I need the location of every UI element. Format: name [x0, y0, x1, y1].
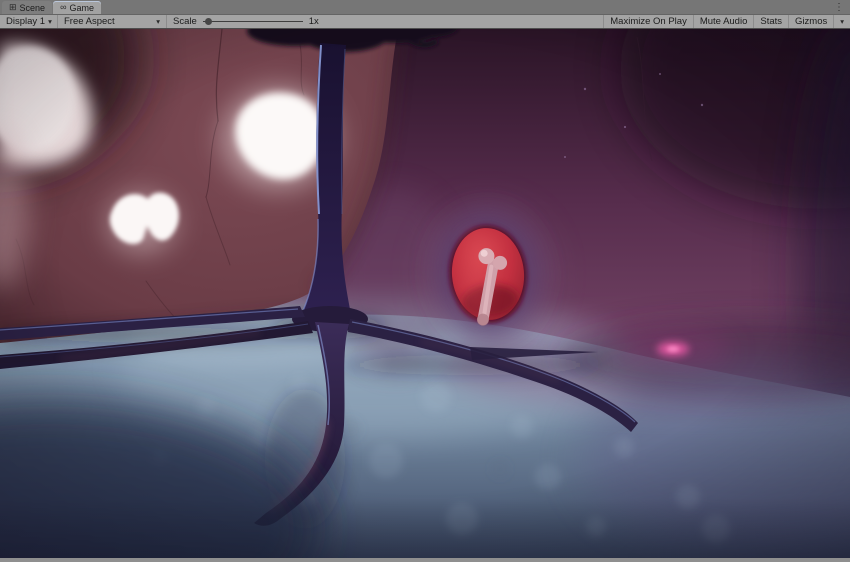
vignette — [0, 29, 850, 558]
tab-scene[interactable]: ⊞ Scene — [2, 1, 53, 14]
scale-value: 1x — [308, 16, 319, 27]
game-view-toolbar: Display 1 ▾ Free Aspect ▾ Scale 1x Maxim… — [0, 15, 850, 29]
grid-icon: ⊞ — [9, 2, 17, 12]
stats-button[interactable]: Stats — [754, 15, 788, 28]
gizmos-dropdown-arrow-icon[interactable]: ▾ — [834, 15, 850, 28]
tab-scene-label: Scene — [19, 2, 46, 13]
unity-game-window: ⊞ Scene ∞ Game ⋮ Display 1 ▾ Free Aspect… — [0, 0, 850, 565]
gizmos-button[interactable]: Gizmos — [789, 15, 833, 28]
chevron-down-icon: ▾ — [48, 16, 52, 26]
aspect-ratio-dropdown[interactable]: Free Aspect ▾ — [58, 15, 166, 28]
display-dropdown-label: Display 1 — [6, 16, 46, 27]
tab-strip: ⊞ Scene ∞ Game ⋮ — [0, 0, 850, 15]
game-render — [0, 29, 850, 558]
maximize-on-play-button[interactable]: Maximize On Play — [604, 15, 693, 28]
tab-game-label: Game — [69, 2, 95, 13]
chevron-down-icon: ▾ — [156, 16, 160, 26]
display-dropdown[interactable]: Display 1 ▾ — [0, 15, 57, 28]
scale-control: Scale 1x — [167, 15, 325, 28]
gamepad-icon: ∞ — [60, 2, 67, 12]
window-menu-icon[interactable]: ⋮ — [828, 0, 850, 14]
scale-label: Scale — [173, 16, 197, 27]
window-bottom-border — [0, 558, 850, 562]
scale-slider[interactable] — [202, 17, 303, 26]
scale-slider-thumb[interactable] — [204, 18, 212, 25]
game-viewport[interactable] — [0, 29, 850, 558]
mute-audio-button[interactable]: Mute Audio — [694, 15, 754, 28]
aspect-ratio-label: Free Aspect — [64, 16, 115, 27]
tab-game[interactable]: ∞ Game — [53, 1, 102, 14]
scale-slider-track[interactable] — [202, 21, 303, 22]
